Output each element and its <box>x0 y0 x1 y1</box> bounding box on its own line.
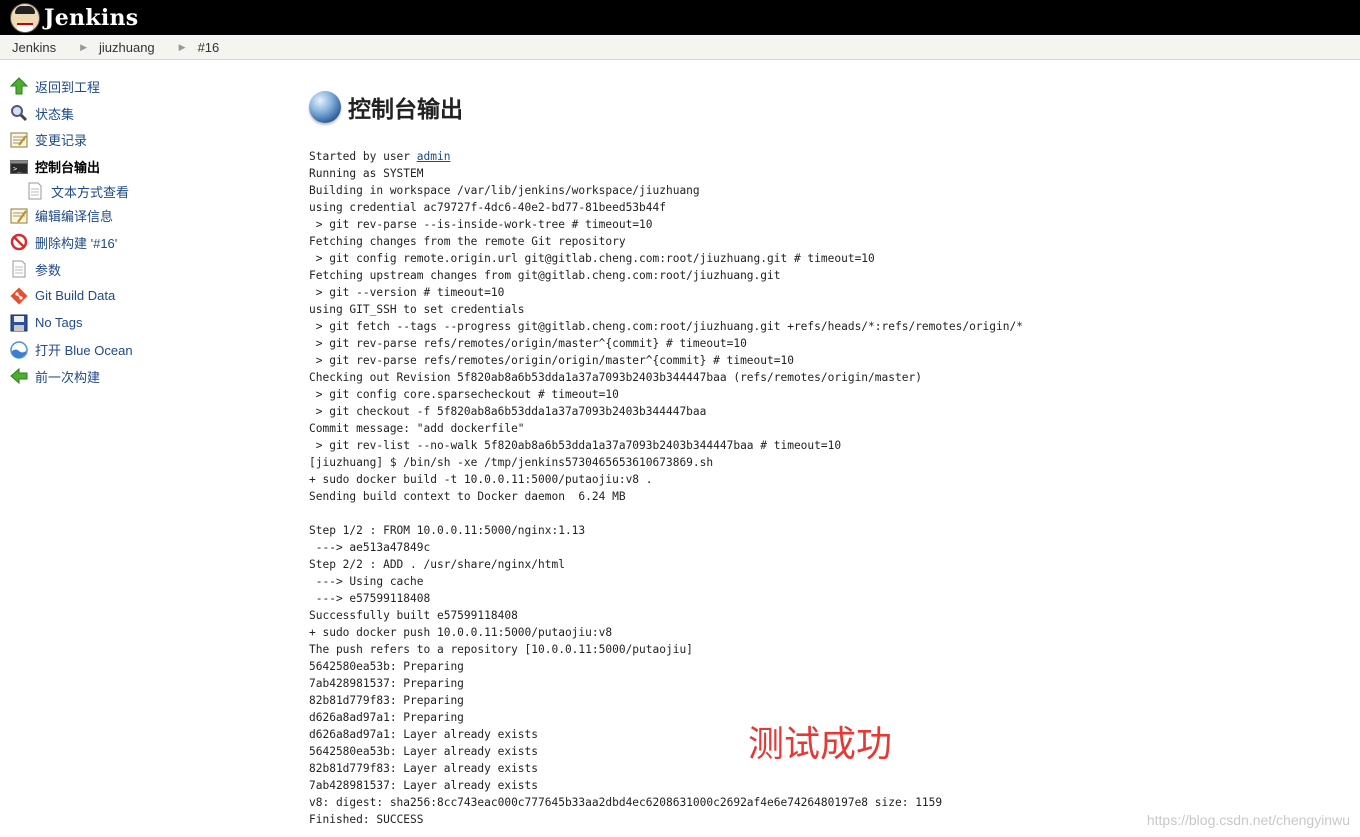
console-line: Checking out Revision 5f820ab8a6b53dda1a… <box>309 371 922 384</box>
console-line: > git rev-parse --is-inside-work-tree # … <box>309 218 653 231</box>
breadcrumb-separator-icon: ▶ <box>178 41 186 52</box>
console-line: + sudo docker push 10.0.0.11:5000/putaoj… <box>309 626 613 639</box>
sidebar-item-parameters[interactable]: 参数 <box>10 256 290 283</box>
console-started-by: Started by user <box>309 150 417 163</box>
console-line: using credential ac79727f-4dc6-40e2-bd77… <box>309 201 666 214</box>
console-line: using GIT_SSH to set credentials <box>309 303 525 316</box>
console-line: > git --version # timeout=10 <box>309 286 505 299</box>
terminal-icon: >_ <box>10 158 28 176</box>
console-user-link[interactable]: admin <box>417 150 451 163</box>
sidebar-item-label: Git Build Data <box>35 288 116 304</box>
watermark: https://blog.csdn.net/chengyinwu <box>1146 812 1350 828</box>
breadcrumb-project[interactable]: jiuzhuang <box>99 40 155 55</box>
console-line: 7ab428981537: Preparing <box>309 677 464 690</box>
up-arrow-icon <box>9 77 29 95</box>
sidebar-item-git-build-data[interactable]: Git Build Data <box>10 283 290 310</box>
breadcrumb-jenkins[interactable]: Jenkins <box>12 40 56 55</box>
console-line: ---> ae513a47849c <box>309 541 431 554</box>
sidebar-item-status[interactable]: 状态集 <box>10 100 290 127</box>
sidebar-item-label: 文本方式查看 <box>51 184 130 200</box>
sidebar-item-console-output[interactable]: >_ 控制台输出 <box>10 153 290 180</box>
console-line: Step 2/2 : ADD . /usr/share/nginx/html <box>309 558 565 571</box>
sidebar-item-label: 前一次构建 <box>35 369 101 385</box>
globe-icon <box>309 91 341 123</box>
document-icon <box>10 260 28 278</box>
sidebar-item-view-as-text[interactable]: 文本方式查看 <box>10 180 290 202</box>
top-header: Jenkins <box>0 0 1360 35</box>
console-line: > git rev-parse refs/remotes/origin/orig… <box>309 354 794 367</box>
sidebar-item-label: 打开 Blue Ocean <box>35 343 133 359</box>
notepad-edit-icon <box>10 207 28 225</box>
sidebar-item-delete-build[interactable]: 删除构建 '#16' <box>10 229 290 256</box>
logo-text: Jenkins <box>44 4 139 31</box>
console-line: d626a8ad97a1: Preparing <box>309 711 464 724</box>
notepad-icon <box>10 131 28 149</box>
page-header: 控制台输出 <box>309 90 1349 124</box>
console-line: Finished: SUCCESS <box>309 813 424 826</box>
magnifier-icon <box>10 104 28 122</box>
console-line: v8: digest: sha256:8cc743eac000c777645b3… <box>309 796 943 809</box>
document-icon <box>26 182 44 200</box>
success-annotation: 测试成功 <box>748 724 893 765</box>
console-line: The push refers to a repository [10.0.0.… <box>309 643 693 656</box>
breadcrumb: Jenkins ▶ jiuzhuang ▶ #16 <box>0 35 1360 60</box>
console-line: 5642580ea53b: Preparing <box>309 660 464 673</box>
sidebar-item-open-blue-ocean[interactable]: 打开 Blue Ocean <box>10 336 290 363</box>
sidebar-item-back-to-project[interactable]: 返回到工程 <box>9 73 290 100</box>
console-line: Running as SYSTEM <box>309 167 424 180</box>
sidebar-item-label: 删除构建 '#16' <box>35 235 118 251</box>
console-line: + sudo docker build -t 10.0.0.11:5000/pu… <box>309 473 653 486</box>
breadcrumb-build[interactable]: #16 <box>198 40 220 55</box>
sidebar-item-label: 参数 <box>35 262 62 278</box>
console-line: > git config core.sparsecheckout # timeo… <box>309 388 619 401</box>
console-line: > git rev-list --no-walk 5f820ab8a6b53dd… <box>309 439 842 452</box>
sidebar-item-label: 编辑编译信息 <box>35 209 114 225</box>
console-line: > git rev-parse refs/remotes/origin/mast… <box>309 337 747 350</box>
git-icon <box>10 287 28 305</box>
console-line: > git checkout -f 5f820ab8a6b53dda1a37a7… <box>309 405 707 418</box>
sidebar-item-label: 状态集 <box>35 106 75 122</box>
floppy-icon <box>10 314 28 332</box>
console-line: 5642580ea53b: Layer already exists <box>309 745 539 758</box>
console-line: 82b81d779f83: Layer already exists <box>309 762 539 775</box>
console-line: ---> e57599118408 <box>309 592 431 605</box>
sidebar-item-label: 控制台输出 <box>35 160 101 176</box>
console-line: 7ab428981537: Layer already exists <box>309 779 539 792</box>
sidebar-item-edit-build-info[interactable]: 编辑编译信息 <box>10 202 290 229</box>
console-line: Successfully built e57599118408 <box>309 609 518 622</box>
page-title: 控制台输出 <box>348 97 463 123</box>
sidebar-item-no-tags[interactable]: No Tags <box>10 309 290 336</box>
sidebar-item-label: No Tags <box>35 315 83 331</box>
console-lines: Running as SYSTEM Building in workspace … <box>309 167 1023 826</box>
sidebar-item-previous-build[interactable]: 前一次构建 <box>10 363 290 390</box>
no-entry-icon <box>10 233 28 251</box>
sidebar-item-changes[interactable]: 变更记录 <box>10 127 290 154</box>
breadcrumb-separator-icon: ▶ <box>80 41 87 52</box>
console-line: d626a8ad97a1: Layer already exists <box>309 728 539 741</box>
console-line: Commit message: "add dockerfile" <box>309 422 525 435</box>
console-line: > git config remote.origin.url git@gitla… <box>309 252 875 265</box>
console-line: Fetching upstream changes from git@gitla… <box>309 269 781 282</box>
console-line: Sending build context to Docker daemon 6… <box>309 490 626 503</box>
svg-text:>_: >_ <box>13 165 22 173</box>
console-line: Fetching changes from the remote Git rep… <box>309 235 626 248</box>
jenkins-butler-icon <box>10 2 40 33</box>
console-line: > git fetch --tags --progress git@gitlab… <box>309 320 1023 333</box>
console-line: Building in workspace /var/lib/jenkins/w… <box>309 184 700 197</box>
console-line: 82b81d779f83: Preparing <box>309 694 464 707</box>
console-line: [jiuzhuang] $ /bin/sh -xe /tmp/jenkins57… <box>309 456 714 469</box>
left-arrow-icon <box>10 367 28 385</box>
sidebar-item-label: 返回到工程 <box>35 79 101 95</box>
blue-ocean-icon <box>10 340 28 359</box>
console-line: ---> Using cache <box>309 575 424 588</box>
sidebar-item-label: 变更记录 <box>35 133 88 149</box>
sidebar: 返回到工程 状态集 变更记录 >_ 控制台输出 文本方式查看 编辑编译信息 删除… <box>9 73 290 390</box>
console-line: Step 1/2 : FROM 10.0.0.11:5000/nginx:1.1… <box>309 524 586 537</box>
jenkins-logo[interactable]: Jenkins <box>10 2 139 33</box>
